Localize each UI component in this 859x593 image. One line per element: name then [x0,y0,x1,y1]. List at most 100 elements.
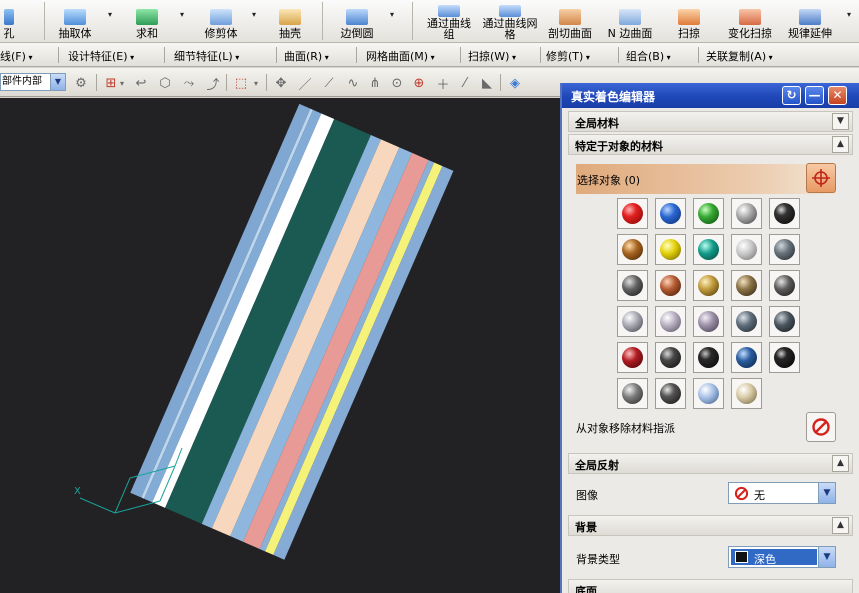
material-swatch-graphite[interactable] [617,270,648,301]
section-surface-button[interactable]: 剖切曲面 [544,0,596,43]
material-swatch-obsidian[interactable] [693,342,724,373]
unite-dropdown[interactable]: ▾ [180,10,184,19]
close-icon[interactable]: ✕ [828,86,847,105]
material-swatch-gunmetal[interactable] [769,270,800,301]
point-on-curve-icon[interactable]: ⁄ [456,74,474,92]
material-swatch-black[interactable] [769,198,800,229]
filter-options-icon[interactable]: ⚙ [72,74,90,92]
select-object-row[interactable]: 选择对象 (0) [576,164,836,194]
move-icon[interactable]: ✥ [272,74,290,92]
material-swatch-copper[interactable] [655,270,686,301]
edge-blend-dropdown[interactable]: ▾ [390,10,394,19]
material-swatch-glass[interactable] [693,378,724,409]
line-icon[interactable]: ／ [296,74,314,93]
floor-section[interactable]: 底面 [568,579,853,593]
material-swatch-navy[interactable] [731,342,762,373]
global-material-section[interactable]: 全局材料 ▼ [568,111,853,132]
chevron-up-icon[interactable]: ▲ [832,136,849,153]
sweep-button[interactable]: 扫掠 [674,0,704,43]
material-swatch-slate[interactable] [731,306,762,337]
material-swatch-light-gray[interactable] [731,234,762,265]
material-swatch-bronze[interactable] [617,234,648,265]
select-face-icon[interactable]: ⤳ [180,74,198,92]
material-swatch-pearl[interactable] [655,306,686,337]
menu-detail-feature[interactable]: 细节特征(L) [174,48,239,64]
background-type-dropdown[interactable]: 深色 ▼ [728,546,836,568]
menu-curve[interactable]: 线(F) [0,48,32,64]
menu-associative-copy[interactable]: 关联复制(A) [706,48,773,64]
material-swatch-yellow[interactable] [655,234,686,265]
through-curve-mesh-button[interactable]: 通过曲线网格 [482,0,538,43]
material-swatch-steel[interactable] [617,378,648,409]
image-dropdown[interactable]: 无 ▼ [728,482,836,504]
edge-blend-button[interactable]: 边倒圆 [334,0,380,43]
object-material-section[interactable]: 特定于对象的材料 ▲ [568,134,853,155]
material-swatch-brass[interactable] [731,270,762,301]
law-extension-button[interactable]: 规律延伸 [784,0,836,43]
hole-button[interactable]: 孔 [0,0,18,43]
intersection-icon[interactable]: ⋔ [366,74,384,92]
center-point-icon[interactable]: ⊙ [388,74,406,92]
material-swatch-dark-steel[interactable] [655,342,686,373]
graphics-viewport[interactable]: X [0,98,560,593]
material-swatch-lavender-gray[interactable] [693,306,724,337]
chevron-down-icon[interactable]: ▼ [818,547,835,567]
trim-body-button[interactable]: 修剪体 [198,0,244,43]
tangent-icon[interactable]: ⟋ [320,74,338,92]
menu-sweep[interactable]: 扫掠(W) [468,48,516,64]
select-body-icon[interactable]: ⬡ [156,74,174,92]
extract-body-dropdown[interactable]: ▾ [108,10,112,19]
rectangle-select-icon[interactable]: ⬚ [232,74,250,92]
chevron-up-icon[interactable]: ▲ [832,517,849,534]
shell-button[interactable]: 抽壳 [274,0,306,43]
n-sided-surface-button[interactable]: N 边曲面 [602,0,658,43]
through-curves-button[interactable]: 通过曲线组 [422,0,476,43]
material-swatch-green[interactable] [693,198,724,229]
select-mode-dropdown-icon[interactable]: ▾ [252,74,260,92]
chevron-down-icon[interactable]: ▼ [50,74,65,90]
background-section[interactable]: 背景 ▲ [568,515,853,536]
global-reflection-section[interactable]: 全局反射 ▲ [568,453,853,474]
menu-surface[interactable]: 曲面(R) [284,48,329,64]
select-edge-icon[interactable]: ⤴ [204,74,222,93]
background-title: 背景 [575,521,597,534]
extract-body-button[interactable]: 抽取体 [52,0,98,43]
chevron-down-icon[interactable]: ▼ [832,113,849,130]
material-swatch-teal[interactable] [693,234,724,265]
material-swatch-ivory[interactable] [731,378,762,409]
select-object-button[interactable] [806,163,836,193]
trim-body-dropdown[interactable]: ▾ [252,10,256,19]
material-swatch-blue[interactable] [655,198,686,229]
minimize-icon[interactable]: — [805,86,824,105]
view-cube-icon[interactable]: ◈ [506,74,524,92]
chevron-down-icon[interactable]: ▼ [818,483,835,503]
material-swatch-gold[interactable] [693,270,724,301]
material-swatch-charcoal[interactable] [769,306,800,337]
material-swatch-silver[interactable] [731,198,762,229]
curve-icon[interactable]: ∿ [344,74,362,92]
menu-design-feature[interactable]: 设计特征(E) [68,48,134,64]
variational-sweep-button[interactable]: 变化扫掠 [724,0,776,43]
undo-icon[interactable]: ↩ [132,74,150,92]
remove-assignment-button[interactable] [806,412,836,442]
material-sphere-icon [736,203,757,224]
material-swatch-dark-gray[interactable] [769,234,800,265]
unite-button[interactable]: 求和 [130,0,164,43]
material-swatch-red[interactable] [617,198,648,229]
menu-trim[interactable]: 修剪(T) [546,48,590,64]
material-swatch-ruby[interactable] [617,342,648,373]
material-swatch-jet[interactable] [769,342,800,373]
point-on-face-icon[interactable]: ◣ [478,74,496,92]
dialog-titlebar[interactable]: 真实着色编辑器 ↻ — ✕ [562,83,859,108]
snap-dropdown-icon[interactable]: ▾ [118,74,126,92]
end-point-icon[interactable]: ＋ [434,74,452,93]
selection-scope-dropdown[interactable]: 部件内部 ▼ [0,73,66,91]
quadrant-point-icon[interactable]: ⊕ [410,74,428,92]
material-swatch-chrome[interactable] [617,306,648,337]
menu-combine[interactable]: 组合(B) [626,48,671,64]
ribbon-more-dropdown[interactable]: ▾ [847,10,851,19]
chevron-up-icon[interactable]: ▲ [832,455,849,472]
reset-icon[interactable]: ↻ [782,86,801,105]
menu-mesh-surface[interactable]: 网格曲面(M) [366,48,435,64]
material-swatch-dark-chrome[interactable] [655,378,686,409]
